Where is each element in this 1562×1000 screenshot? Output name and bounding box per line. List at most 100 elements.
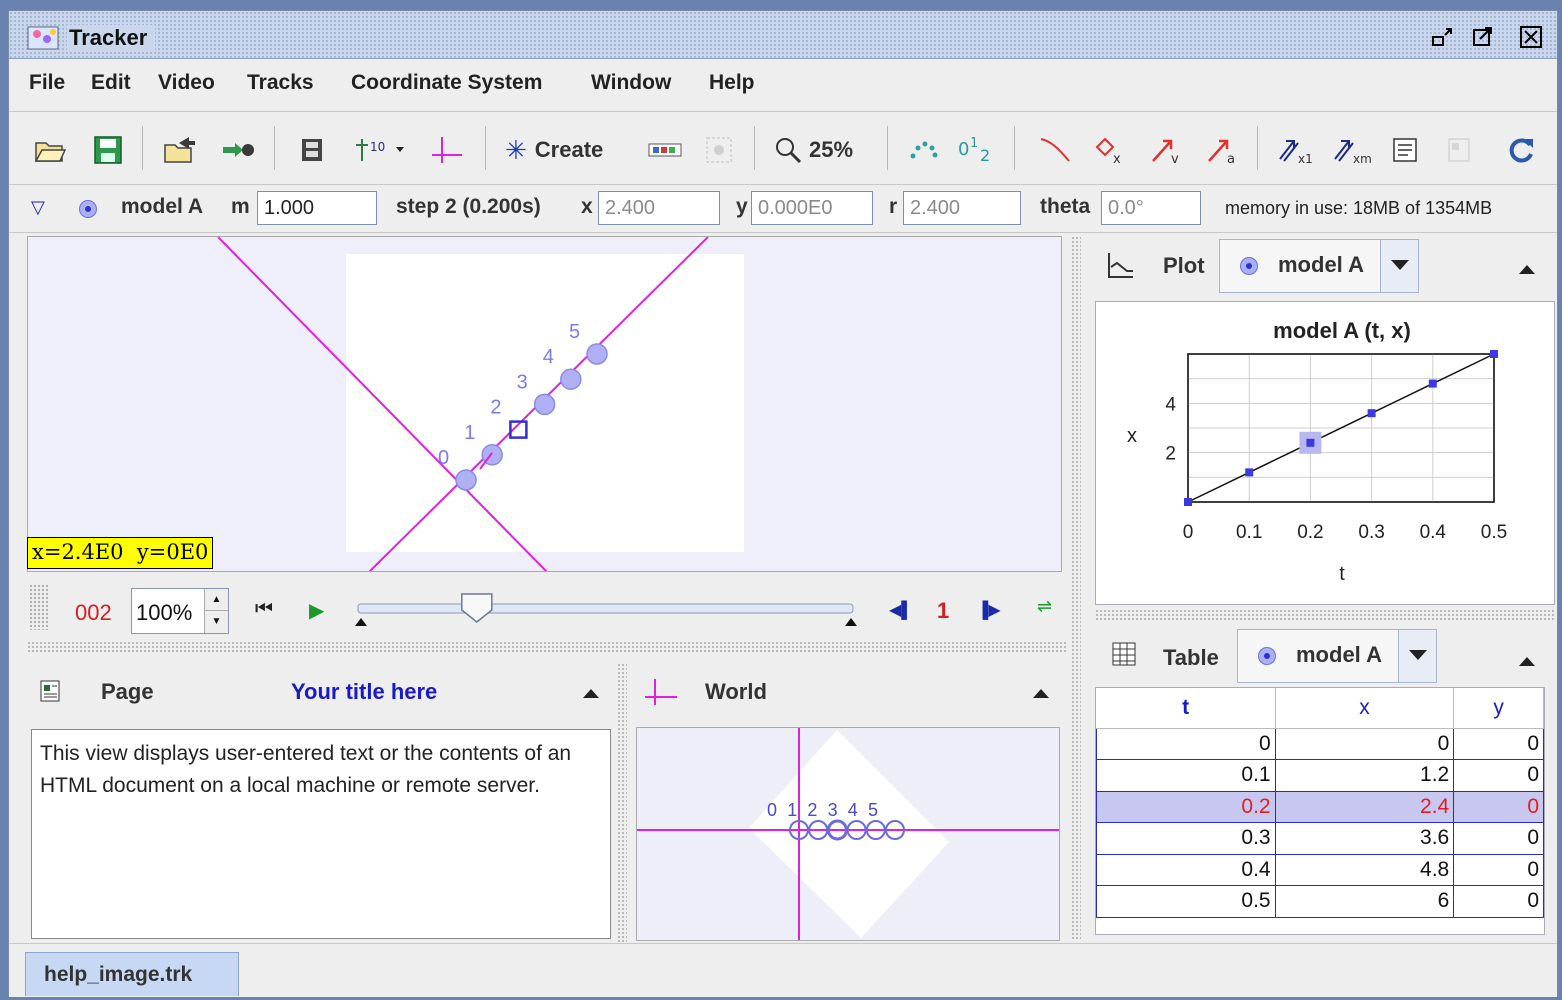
table-cell[interactable]: 4.8	[1274, 853, 1455, 886]
center-of-mass-button[interactable]: x	[1089, 132, 1133, 168]
acceleration-button[interactable]: a	[1201, 132, 1245, 168]
table-row[interactable]: 0.4 4.8 0	[1096, 853, 1544, 886]
data-table-view[interactable]: t x y 000 0.1 1.2 0 0.2 2.4 0 0.3 3.6 0 0.4 4.8…	[1095, 687, 1545, 935]
spinner-down-icon[interactable]: ▼	[204, 611, 228, 633]
plot-table-divider[interactable]	[1095, 609, 1555, 621]
menu-video[interactable]: Video	[158, 71, 215, 95]
refresh-button[interactable]	[1501, 132, 1541, 168]
table-cell[interactable]: 0.4	[1096, 853, 1276, 886]
column-header-x[interactable]: x	[1275, 688, 1455, 729]
plot-data-point[interactable]	[1428, 379, 1437, 388]
plot-chart[interactable]: model A (t, x) x t 0 0.1 0.2 0.3 0.4 0.5 2 4	[1096, 302, 1556, 606]
vector-sum-button[interactable]: x1	[1273, 132, 1317, 168]
track-name-label[interactable]: model A	[121, 195, 203, 219]
page-collapse-icon[interactable]	[583, 689, 599, 698]
table-row[interactable]: 0.5 6 0	[1096, 885, 1544, 918]
menu-tracks[interactable]: Tracks	[247, 71, 314, 95]
close-icon[interactable]	[1519, 25, 1543, 49]
frame-number[interactable]: 002	[75, 600, 112, 626]
page-info-button[interactable]	[1439, 132, 1479, 168]
y-field[interactable]: 0.000E0	[751, 191, 873, 225]
slider-thumb[interactable]	[461, 593, 493, 623]
calibration-tools-button[interactable]: 10	[347, 132, 417, 168]
frame-slider[interactable]	[343, 580, 863, 636]
notes-button[interactable]	[1385, 132, 1425, 168]
table-cell[interactable]: 1.2	[1274, 759, 1455, 792]
table-collapse-icon[interactable]	[1519, 657, 1535, 666]
file-tab[interactable]: help_image.trk	[25, 952, 239, 996]
video-canvas[interactable]: 012345	[28, 237, 1062, 572]
table-cell[interactable]: 0	[1453, 885, 1544, 918]
zoom-button[interactable]: 25%	[773, 132, 873, 168]
table-track-dropdown-icon[interactable]	[1398, 630, 1436, 682]
x-field[interactable]: 2.400	[598, 191, 720, 225]
table-cell[interactable]: 0	[1274, 727, 1455, 760]
table-cell[interactable]: 0	[1096, 727, 1276, 760]
table-row[interactable]: 0.2 2.4 0	[1096, 790, 1544, 823]
menu-help[interactable]: Help	[709, 71, 755, 95]
table-cell[interactable]: 0	[1453, 759, 1544, 792]
horizontal-divider[interactable]	[27, 641, 1067, 653]
collapse-triangle-icon[interactable]: ▽	[31, 197, 45, 218]
table-panel-title[interactable]: Table	[1163, 645, 1219, 671]
table-cell[interactable]: 0.1	[1096, 759, 1276, 792]
player-grip[interactable]	[29, 584, 49, 630]
table-cell[interactable]: 0	[1453, 727, 1544, 760]
column-header-t[interactable]: t	[1096, 688, 1276, 729]
column-header-y[interactable]: y	[1453, 688, 1544, 729]
clip-settings-button[interactable]	[293, 132, 331, 168]
export-button[interactable]	[219, 132, 257, 168]
plot-data-point[interactable]	[1184, 498, 1192, 506]
menu-edit[interactable]: Edit	[91, 71, 131, 95]
spinner-up-icon[interactable]: ▲	[204, 589, 228, 611]
loop-icon[interactable]: ⇌	[1037, 596, 1052, 617]
track-control-button[interactable]	[645, 132, 685, 168]
plot-data-point[interactable]	[1306, 438, 1315, 447]
open-file-button[interactable]	[31, 132, 69, 168]
table-cell[interactable]: 6	[1274, 885, 1455, 918]
table-cell[interactable]: 0.5	[1096, 885, 1276, 918]
plot-track-dropdown-icon[interactable]	[1380, 240, 1418, 292]
trails-button[interactable]	[903, 132, 943, 168]
table-cell[interactable]: 0	[1453, 822, 1544, 855]
plot-view[interactable]: model A (t, x) x t 0 0.1 0.2 0.3 0.4 0.5 2 4	[1095, 301, 1555, 605]
memory-label[interactable]: memory in use: 18MB of 1354MB	[1225, 198, 1492, 219]
r-field[interactable]: 2.400	[903, 191, 1021, 225]
video-view[interactable]: 012345	[27, 236, 1062, 572]
autotracker-button[interactable]	[699, 132, 739, 168]
menu-window[interactable]: Window	[591, 71, 671, 95]
step-size[interactable]: 1	[937, 598, 949, 624]
go-to-start-icon[interactable]: ⏮	[255, 598, 273, 621]
play-icon[interactable]: ▶	[309, 598, 324, 623]
table-cell[interactable]: 0.2	[1096, 790, 1276, 823]
page-content[interactable]: This view displays user-entered text or …	[31, 729, 611, 939]
menu-coordinate-system[interactable]: Coordinate System	[351, 71, 542, 95]
table-cell[interactable]: 0.3	[1096, 822, 1276, 855]
velocity-button[interactable]: v	[1145, 132, 1189, 168]
table-row[interactable]: 0.1 1.2 0	[1096, 759, 1544, 792]
vector-mass-button[interactable]: xm	[1327, 132, 1375, 168]
video-track-point[interactable]	[533, 393, 556, 416]
rate-spinner[interactable]: 100% ▲ ▼	[131, 588, 229, 634]
world-view[interactable]: 012345	[636, 727, 1060, 941]
create-track-button[interactable]: ✳ Create	[505, 132, 635, 168]
video-track-point[interactable]	[586, 343, 608, 365]
step-back-icon[interactable]: ◀▌	[889, 600, 913, 620]
position-button[interactable]	[1033, 132, 1077, 168]
plot-data-point[interactable]	[1245, 468, 1254, 477]
world-canvas[interactable]: 012345	[637, 728, 1060, 941]
table-track-select[interactable]: model A	[1237, 629, 1437, 683]
table-cell[interactable]: 3.6	[1274, 822, 1455, 855]
plot-panel-title[interactable]: Plot	[1163, 253, 1205, 279]
coordinate-axes-button[interactable]	[427, 132, 467, 168]
world-collapse-icon[interactable]	[1033, 689, 1049, 698]
step-forward-icon[interactable]: ▐▶	[977, 600, 1001, 620]
menu-file[interactable]: File	[29, 71, 65, 95]
table-cell[interactable]: 0	[1453, 853, 1544, 886]
maximize-icon[interactable]	[1471, 25, 1495, 49]
table-row[interactable]: 000	[1096, 727, 1544, 760]
main-vertical-divider[interactable]	[1071, 236, 1081, 941]
minimize-icon[interactable]	[1431, 25, 1455, 49]
import-button[interactable]	[161, 132, 199, 168]
video-track-point[interactable]	[455, 469, 477, 491]
